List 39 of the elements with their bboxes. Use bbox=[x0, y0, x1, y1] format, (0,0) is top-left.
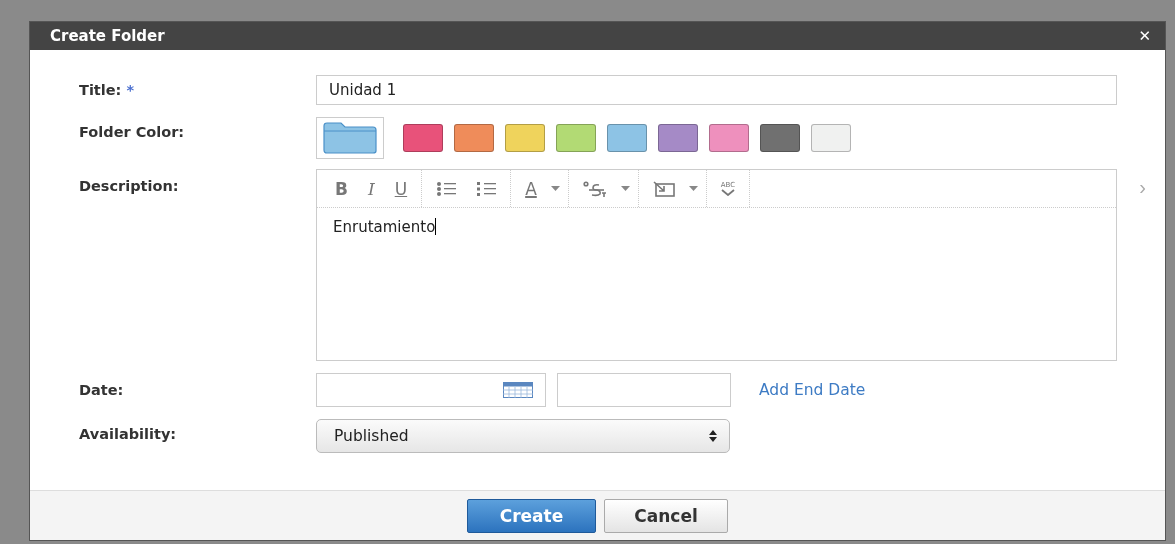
calendar-icon bbox=[503, 382, 533, 398]
cancel-button[interactable]: Cancel bbox=[604, 498, 728, 533]
availability-select[interactable]: Published bbox=[316, 419, 730, 453]
color-swatch[interactable] bbox=[505, 124, 545, 152]
start-date-field[interactable] bbox=[316, 373, 546, 407]
caret-icon bbox=[620, 186, 630, 191]
insert-box-icon bbox=[652, 180, 675, 197]
color-swatch[interactable] bbox=[454, 124, 494, 152]
caret-icon bbox=[688, 186, 698, 191]
description-label: Description: bbox=[79, 177, 180, 196]
folder-color-label: Folder Color: bbox=[79, 123, 186, 142]
italic-button[interactable]: I bbox=[357, 170, 385, 207]
title-label: Title: * bbox=[79, 81, 136, 100]
color-swatch[interactable] bbox=[403, 124, 443, 152]
color-swatch[interactable] bbox=[760, 124, 800, 152]
underline-button[interactable]: U bbox=[384, 170, 418, 207]
end-date-field[interactable] bbox=[557, 373, 731, 407]
color-swatch[interactable] bbox=[811, 124, 851, 152]
up-down-arrows-icon bbox=[709, 430, 717, 442]
bold-button[interactable]: B bbox=[325, 170, 358, 207]
bulleted-list-icon bbox=[436, 180, 457, 197]
color-swatch[interactable] bbox=[658, 124, 698, 152]
dialog-title: Create Folder bbox=[50, 27, 165, 45]
more-button[interactable]: › bbox=[1135, 176, 1150, 199]
check-icon bbox=[720, 189, 735, 196]
add-end-date-link[interactable]: Add End Date bbox=[759, 381, 866, 399]
create-button[interactable]: Create bbox=[467, 498, 596, 533]
date-label: Date: bbox=[79, 381, 125, 400]
superscript-icon bbox=[582, 180, 607, 197]
title-field[interactable]: Unidad 1 bbox=[316, 75, 1117, 105]
close-button[interactable]: ✕ bbox=[1138, 27, 1151, 45]
description-text: Enrutamiento bbox=[332, 217, 438, 238]
numbered-list-icon bbox=[476, 180, 497, 197]
availability-label: Availability: bbox=[79, 425, 178, 444]
caret-icon bbox=[550, 186, 560, 191]
text-color-button[interactable]: A bbox=[515, 170, 547, 207]
color-swatch[interactable] bbox=[607, 124, 647, 152]
color-swatch[interactable] bbox=[709, 124, 749, 152]
color-swatch[interactable] bbox=[556, 124, 596, 152]
